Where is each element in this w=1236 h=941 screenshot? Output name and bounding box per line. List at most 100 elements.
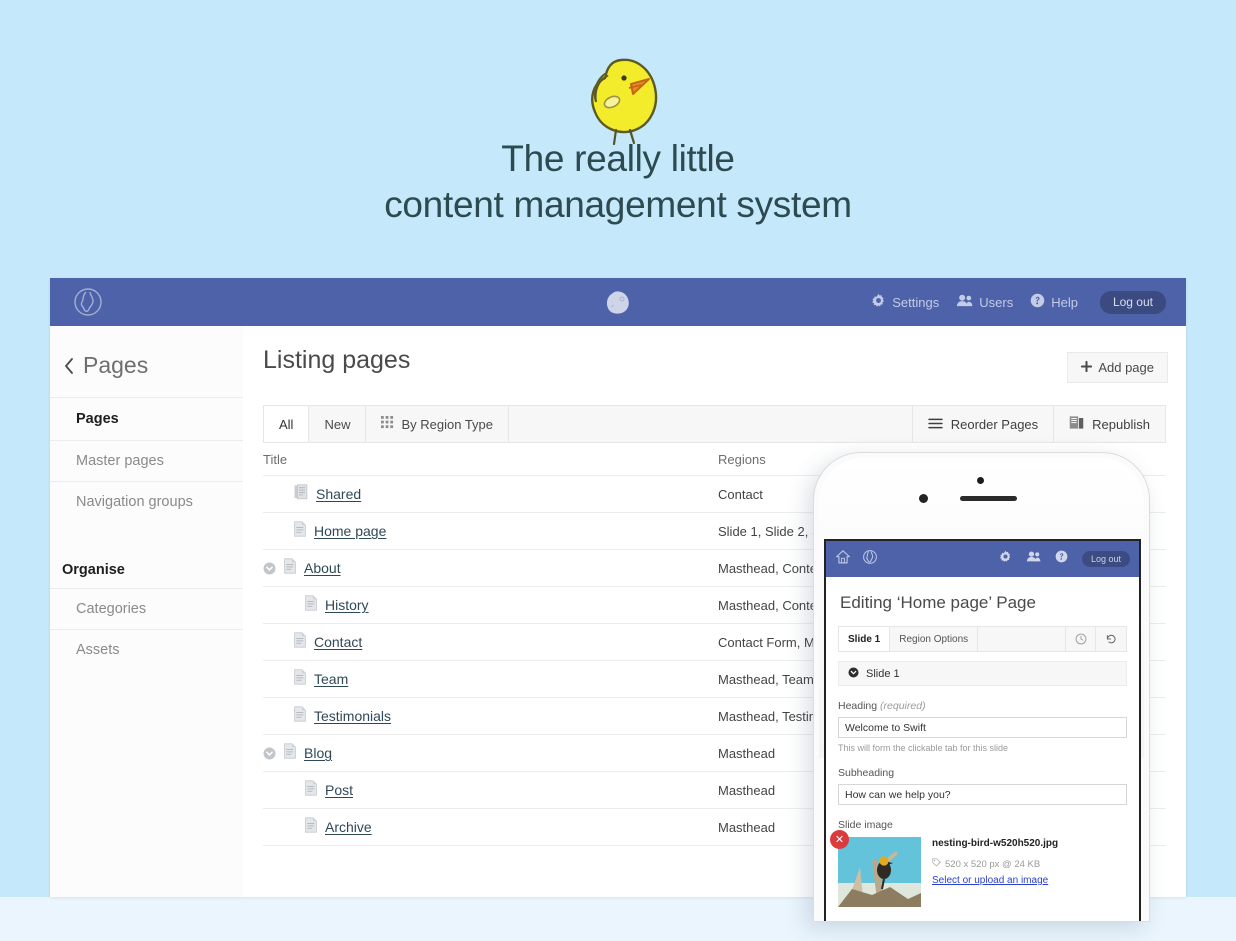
phone-page-title: Editing ‘Home page’ Page [840,593,1036,612]
nav-help-label: Help [1051,294,1078,310]
phone-subheading-input[interactable]: How can we help you? [838,784,1127,805]
row-title-link[interactable]: About [304,560,341,576]
doc-icon [305,594,317,616]
phone-asset-thumbnail[interactable] [838,837,921,907]
sidebar-back[interactable]: Pages [50,326,243,397]
phone-asset-meta: 520 x 520 px @ 24 KB [932,858,1058,870]
phone-asset-details: nesting-bird-w520h520.jpg 520 x 520 px @… [932,837,1058,907]
row-title-link[interactable]: Testimonials [314,708,391,724]
doc-icon [305,816,317,838]
nav-users-label: Users [979,294,1014,310]
row-regions: Masthead, Conte [718,597,818,613]
phone-heading-label-text: Heading [838,700,878,712]
nav-settings[interactable]: Settings [871,293,939,311]
tab-new-label: New [324,416,351,432]
globe-icon[interactable] [862,549,878,570]
column-header-title: Title [263,451,288,467]
tab-by-region-type[interactable]: By Region Type [366,406,510,442]
add-page-button[interactable]: Add page [1067,352,1168,383]
sidebar-item-categories[interactable]: Categories [50,588,243,629]
row-title-link[interactable]: History [325,597,369,613]
sidebar-group-pages: Pages Master pages Navigation groups [50,397,243,522]
phone-tab-spacer [978,627,1066,651]
undo-icon[interactable] [1096,627,1126,651]
row-regions: Masthead, Conte [718,560,818,576]
users-icon [956,293,973,311]
row-title-cell: Archive [263,816,718,838]
help-icon[interactable] [1055,550,1068,568]
phone-heading-help: This will form the clickable tab for thi… [838,743,1009,753]
main-header: Listing pages Add page [243,326,1186,383]
republish-button[interactable]: Republish [1054,406,1165,442]
row-regions: Masthead, Team [718,671,814,687]
gear-icon[interactable] [999,550,1012,568]
phone-heading-input[interactable]: Welcome to Swift [838,717,1127,738]
row-title-link[interactable]: Shared [316,486,361,502]
sidebar-group-organise: Organise Categories Assets [50,554,243,670]
nav-users[interactable]: Users [956,293,1013,311]
phone-nav-left [835,549,878,570]
plus-icon [1081,360,1093,375]
row-title-link[interactable]: Team [314,671,348,687]
tab-all-label: All [279,416,294,432]
phone-camera [919,494,928,503]
phone-select-upload-link[interactable]: Select or upload an image [932,875,1048,886]
sidebar-item-assets[interactable]: Assets [50,629,243,670]
sidebar-item-navigation-groups[interactable]: Navigation groups [50,481,243,522]
reorder-pages-label: Reorder Pages [950,416,1039,432]
row-title-cell: Blog [263,742,718,764]
phone-tab-slide-1[interactable]: Slide 1 [839,627,891,651]
logout-button[interactable]: Log out [1099,290,1166,314]
doc-icon [294,705,306,727]
reorder-pages-button[interactable]: Reorder Pages [913,406,1055,442]
row-title-link[interactable]: Blog [304,745,332,761]
remove-icon[interactable]: ✕ [830,830,849,849]
phone-logout-button[interactable]: Log out [1081,551,1130,567]
row-title-link[interactable]: Post [325,782,353,798]
phone-tab-region-options[interactable]: Region Options [890,627,979,651]
doc-icon [305,779,317,801]
row-title-cell: Post [263,779,718,801]
republish-label: Republish [1092,416,1150,432]
doc-icon [284,742,296,764]
navbar-actions: Settings Users Help Log out [871,290,1166,314]
row-title-link[interactable]: Home page [314,523,386,539]
phone-screen: Log out Editing ‘Home page’ Page Slide 1… [824,539,1141,921]
doc-icon [284,557,296,579]
phone-nav-right: Log out [999,550,1130,568]
row-title-link[interactable]: Archive [325,819,372,835]
row-title-cell: About [263,557,718,579]
hero-section: The really little content management sys… [0,0,1236,278]
row-title-cell: History [263,594,718,616]
nav-help[interactable]: Help [1030,293,1078,311]
row-collapse-toggle[interactable] [263,747,284,760]
home-icon[interactable] [835,549,851,570]
phone-asset-meta-text: 520 x 520 px @ 24 KB [945,858,1041,870]
hero-title: The really little content management sys… [0,136,1236,228]
multi-doc-icon [294,483,308,505]
copy-icon [1069,415,1084,433]
sidebar-item-master-pages[interactable]: Master pages [50,440,243,481]
row-regions: Masthead [718,782,776,798]
sidebar-heading-organise: Organise [62,562,125,578]
sidebar-item-pages[interactable]: Pages [50,397,243,440]
sidebar-back-label: Pages [83,352,149,378]
row-title-link[interactable]: Contact [314,634,362,650]
app-navbar: Settings Users Help Log out [50,278,1186,326]
page-title: Listing pages [263,346,411,374]
hero-title-line2: content management system [384,184,852,225]
users-icon[interactable] [1026,550,1041,568]
list-icon [928,417,943,432]
phone-tabs: Slide 1 Region Options [838,626,1127,652]
tab-new[interactable]: New [309,406,367,442]
listing-toolbar: All New By Region Type Reorder Pages Rep… [263,405,1166,443]
sidebar: Pages Pages Master pages Navigation grou… [50,326,243,897]
phone-accordion-slide-1[interactable]: Slide 1 [838,661,1127,686]
row-collapse-toggle[interactable] [263,562,284,575]
globe-icon[interactable] [72,286,104,318]
history-icon[interactable] [1066,627,1096,651]
phone-heading-label: Heading (required) [838,700,1127,712]
chick-icon [563,26,673,146]
tab-all[interactable]: All [264,406,310,442]
